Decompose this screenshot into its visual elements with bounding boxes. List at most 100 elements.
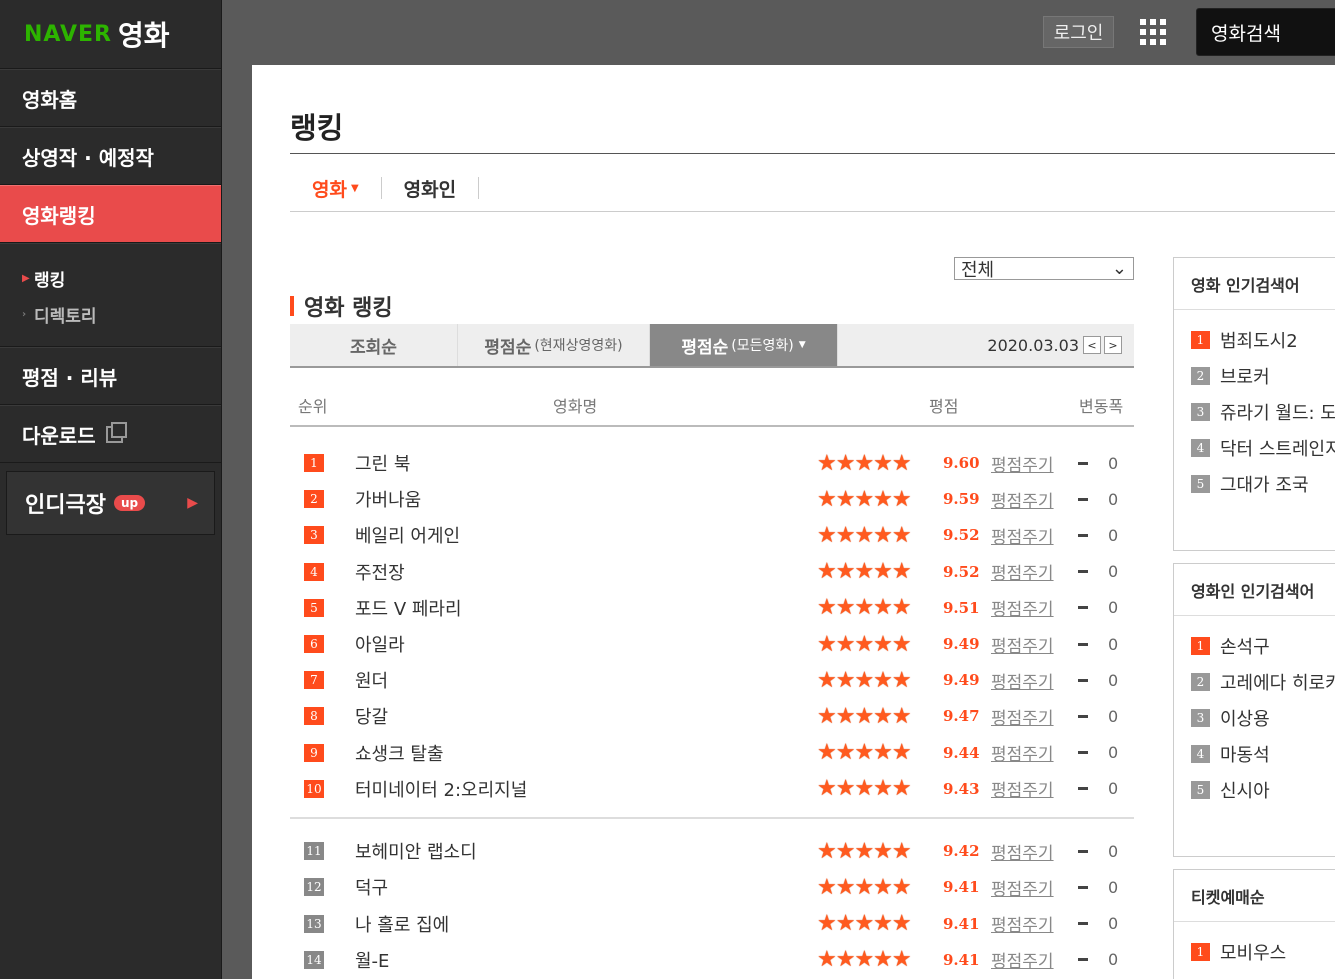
rank-badge: 3: [1191, 403, 1210, 421]
side-list: 1 범죄도시2 2 브로커 3 쥬라기 월드: 도미니언 4 닥터 스트레인지 5 그대가 조국: [1174, 310, 1335, 502]
sidebar-sub-ranking[interactable]: ▶ 랭킹: [22, 260, 221, 296]
sidebar-item-now-showing[interactable]: 상영작 · 예정작: [0, 127, 221, 185]
sidebar-item-label: 다운로드: [22, 423, 96, 448]
col-rank: 순위: [298, 397, 328, 416]
movie-title-link[interactable]: 원더: [355, 667, 388, 693]
list-divider: [290, 817, 1134, 819]
rank-change: 0: [1108, 743, 1119, 763]
list-item-label: 브로커: [1220, 367, 1270, 388]
apps-grid-icon[interactable]: [1140, 19, 1166, 45]
rank-badge: 5: [1191, 781, 1210, 799]
rate-movie-link[interactable]: 평점주기: [991, 451, 1054, 476]
rank-badge: 5: [304, 598, 324, 617]
sort-by-views[interactable]: 조회순: [290, 324, 458, 366]
star-rating-icon: ★★★★★: [817, 874, 912, 900]
movie-logo-text: 영화: [117, 19, 170, 52]
movie-title-link[interactable]: 포드 V 페라리: [355, 595, 462, 621]
rank-badge: 4: [1191, 745, 1210, 763]
rank-badge: 5: [1191, 475, 1210, 493]
sort-label: 평점순: [681, 337, 729, 358]
tab-label: 영화: [312, 178, 347, 201]
star-rating-icon: ★★★★★: [817, 947, 912, 973]
rank-change: 0: [1108, 706, 1119, 726]
list-item[interactable]: 5 그대가 조국: [1174, 466, 1335, 502]
rate-movie-link[interactable]: 평점주기: [991, 559, 1054, 584]
movie-title-link[interactable]: 베일리 어게인: [355, 522, 460, 548]
login-button[interactable]: 로그인: [1043, 16, 1114, 48]
rate-movie-link[interactable]: 평점주기: [991, 839, 1054, 864]
list-item[interactable]: 1 손석구: [1174, 628, 1335, 664]
table-row: 14 월-E ★★★★★ 9.41 평점주기 0: [290, 942, 1134, 978]
list-item-label: 그대가 조국: [1220, 475, 1309, 496]
movie-popular-search-box: 영화 인기검색어 1 범죄도시2 2 브로커 3 쥬라기 월드: 도미니언 4 닥터 스트레인…: [1173, 257, 1335, 551]
list-item-label: 쥬라기 월드: 도미니언: [1220, 403, 1335, 424]
movie-title-link[interactable]: 보헤미안 랩소디: [355, 838, 477, 864]
rate-movie-link[interactable]: 평점주기: [991, 595, 1054, 620]
tab-movie[interactable]: 영화 ▼: [290, 177, 382, 201]
indie-theater-banner[interactable]: 인디극장 up ▶: [6, 471, 215, 535]
list-item[interactable]: 1 범죄도시2: [1174, 322, 1335, 358]
movie-search-input[interactable]: 영화검색: [1196, 8, 1335, 56]
rate-movie-link[interactable]: 평점주기: [991, 911, 1054, 936]
list-item[interactable]: 5 신시아: [1174, 772, 1335, 808]
list-item[interactable]: 1 모비우스: [1174, 934, 1335, 970]
movie-score: 9.44: [943, 743, 980, 762]
sort-bar: 조회순 평점순 (현재상영영화) 평점순 (모든영화) ▼ 2020.03.03 <…: [290, 324, 1134, 368]
list-item[interactable]: 3 쥬라기 월드: 도미니언: [1174, 394, 1335, 430]
triangle-right-icon: ›: [22, 308, 27, 320]
sidebar-item-download[interactable]: 다운로드: [0, 405, 221, 463]
no-change-icon: [1078, 461, 1088, 465]
list-item[interactable]: 3 이상용: [1174, 700, 1335, 736]
rate-movie-link[interactable]: 평점주기: [991, 776, 1054, 801]
next-date-button[interactable]: >: [1104, 336, 1122, 354]
rank-change: 0: [1108, 914, 1119, 934]
movie-title-link[interactable]: 나 홀로 집에: [355, 911, 449, 937]
rate-movie-link[interactable]: 평점주기: [991, 875, 1054, 900]
movie-title-link[interactable]: 아일라: [355, 631, 405, 657]
arrow-right-icon: ▶: [187, 495, 198, 511]
list-item[interactable]: 2 브로커: [1174, 358, 1335, 394]
rate-movie-link[interactable]: 평점주기: [991, 704, 1054, 729]
movie-title-link[interactable]: 가버나움: [355, 486, 421, 512]
sidebar-item-reviews[interactable]: 평점 · 리뷰: [0, 347, 221, 405]
rate-movie-link[interactable]: 평점주기: [991, 740, 1054, 765]
rate-movie-link[interactable]: 평점주기: [991, 947, 1054, 972]
movie-title-link[interactable]: 주전장: [355, 559, 405, 585]
tab-person[interactable]: 영화인: [382, 177, 480, 201]
movie-title-link[interactable]: 쇼생크 탈출: [355, 740, 444, 766]
sort-by-score-current[interactable]: 평점순 (현재상영영화): [458, 324, 650, 366]
rank-badge: 11: [304, 842, 324, 860]
table-row: 2 가버나움 ★★★★★ 9.59 평점주기 0: [290, 481, 1134, 517]
rank-change: 0: [1108, 877, 1119, 897]
rank-change: 0: [1108, 525, 1119, 545]
list-item-label: 마동석: [1220, 745, 1270, 766]
movie-title-link[interactable]: 그린 북: [355, 450, 410, 476]
movie-title-link[interactable]: 터미네이터 2:오리지널: [355, 776, 527, 802]
sidebar-item-movie-ranking[interactable]: 영화랭킹: [0, 185, 221, 243]
box-title: 영화 인기검색어: [1174, 258, 1335, 310]
list-item[interactable]: 4 닥터 스트레인지: [1174, 430, 1335, 466]
rate-movie-link[interactable]: 평점주기: [991, 523, 1054, 548]
side-list: 1 모비우스: [1174, 922, 1335, 970]
table-row: 3 베일리 어게인 ★★★★★ 9.52 평점주기 0: [290, 517, 1134, 553]
naver-logo-text: NAVER: [24, 21, 112, 47]
sort-by-score-all[interactable]: 평점순 (모든영화) ▼: [650, 324, 838, 366]
ranking-date: 2020.03.03: [987, 335, 1079, 355]
naver-movie-logo[interactable]: NAVER 영화: [0, 0, 221, 69]
list-item[interactable]: 2 고레에다 히로카즈: [1174, 664, 1335, 700]
rate-movie-link[interactable]: 평점주기: [991, 487, 1054, 512]
prev-date-button[interactable]: <: [1083, 336, 1101, 354]
movie-title-link[interactable]: 덕구: [355, 874, 388, 900]
rate-movie-link[interactable]: 평점주기: [991, 668, 1054, 693]
sidebar-sub-directory[interactable]: › 디렉토리: [22, 296, 221, 332]
rank-badge: 1: [1191, 331, 1210, 349]
movie-title-link[interactable]: 월-E: [355, 947, 389, 973]
star-rating-icon: ★★★★★: [817, 486, 912, 512]
movie-score: 9.52: [943, 562, 980, 581]
no-change-icon: [1078, 714, 1088, 718]
list-item[interactable]: 4 마동석: [1174, 736, 1335, 772]
sidebar-item-movie-home[interactable]: 영화홈: [0, 69, 221, 127]
genre-filter-select[interactable]: 전체 ⌄: [954, 257, 1134, 281]
rate-movie-link[interactable]: 평점주기: [991, 632, 1054, 657]
movie-title-link[interactable]: 당갈: [355, 703, 388, 729]
